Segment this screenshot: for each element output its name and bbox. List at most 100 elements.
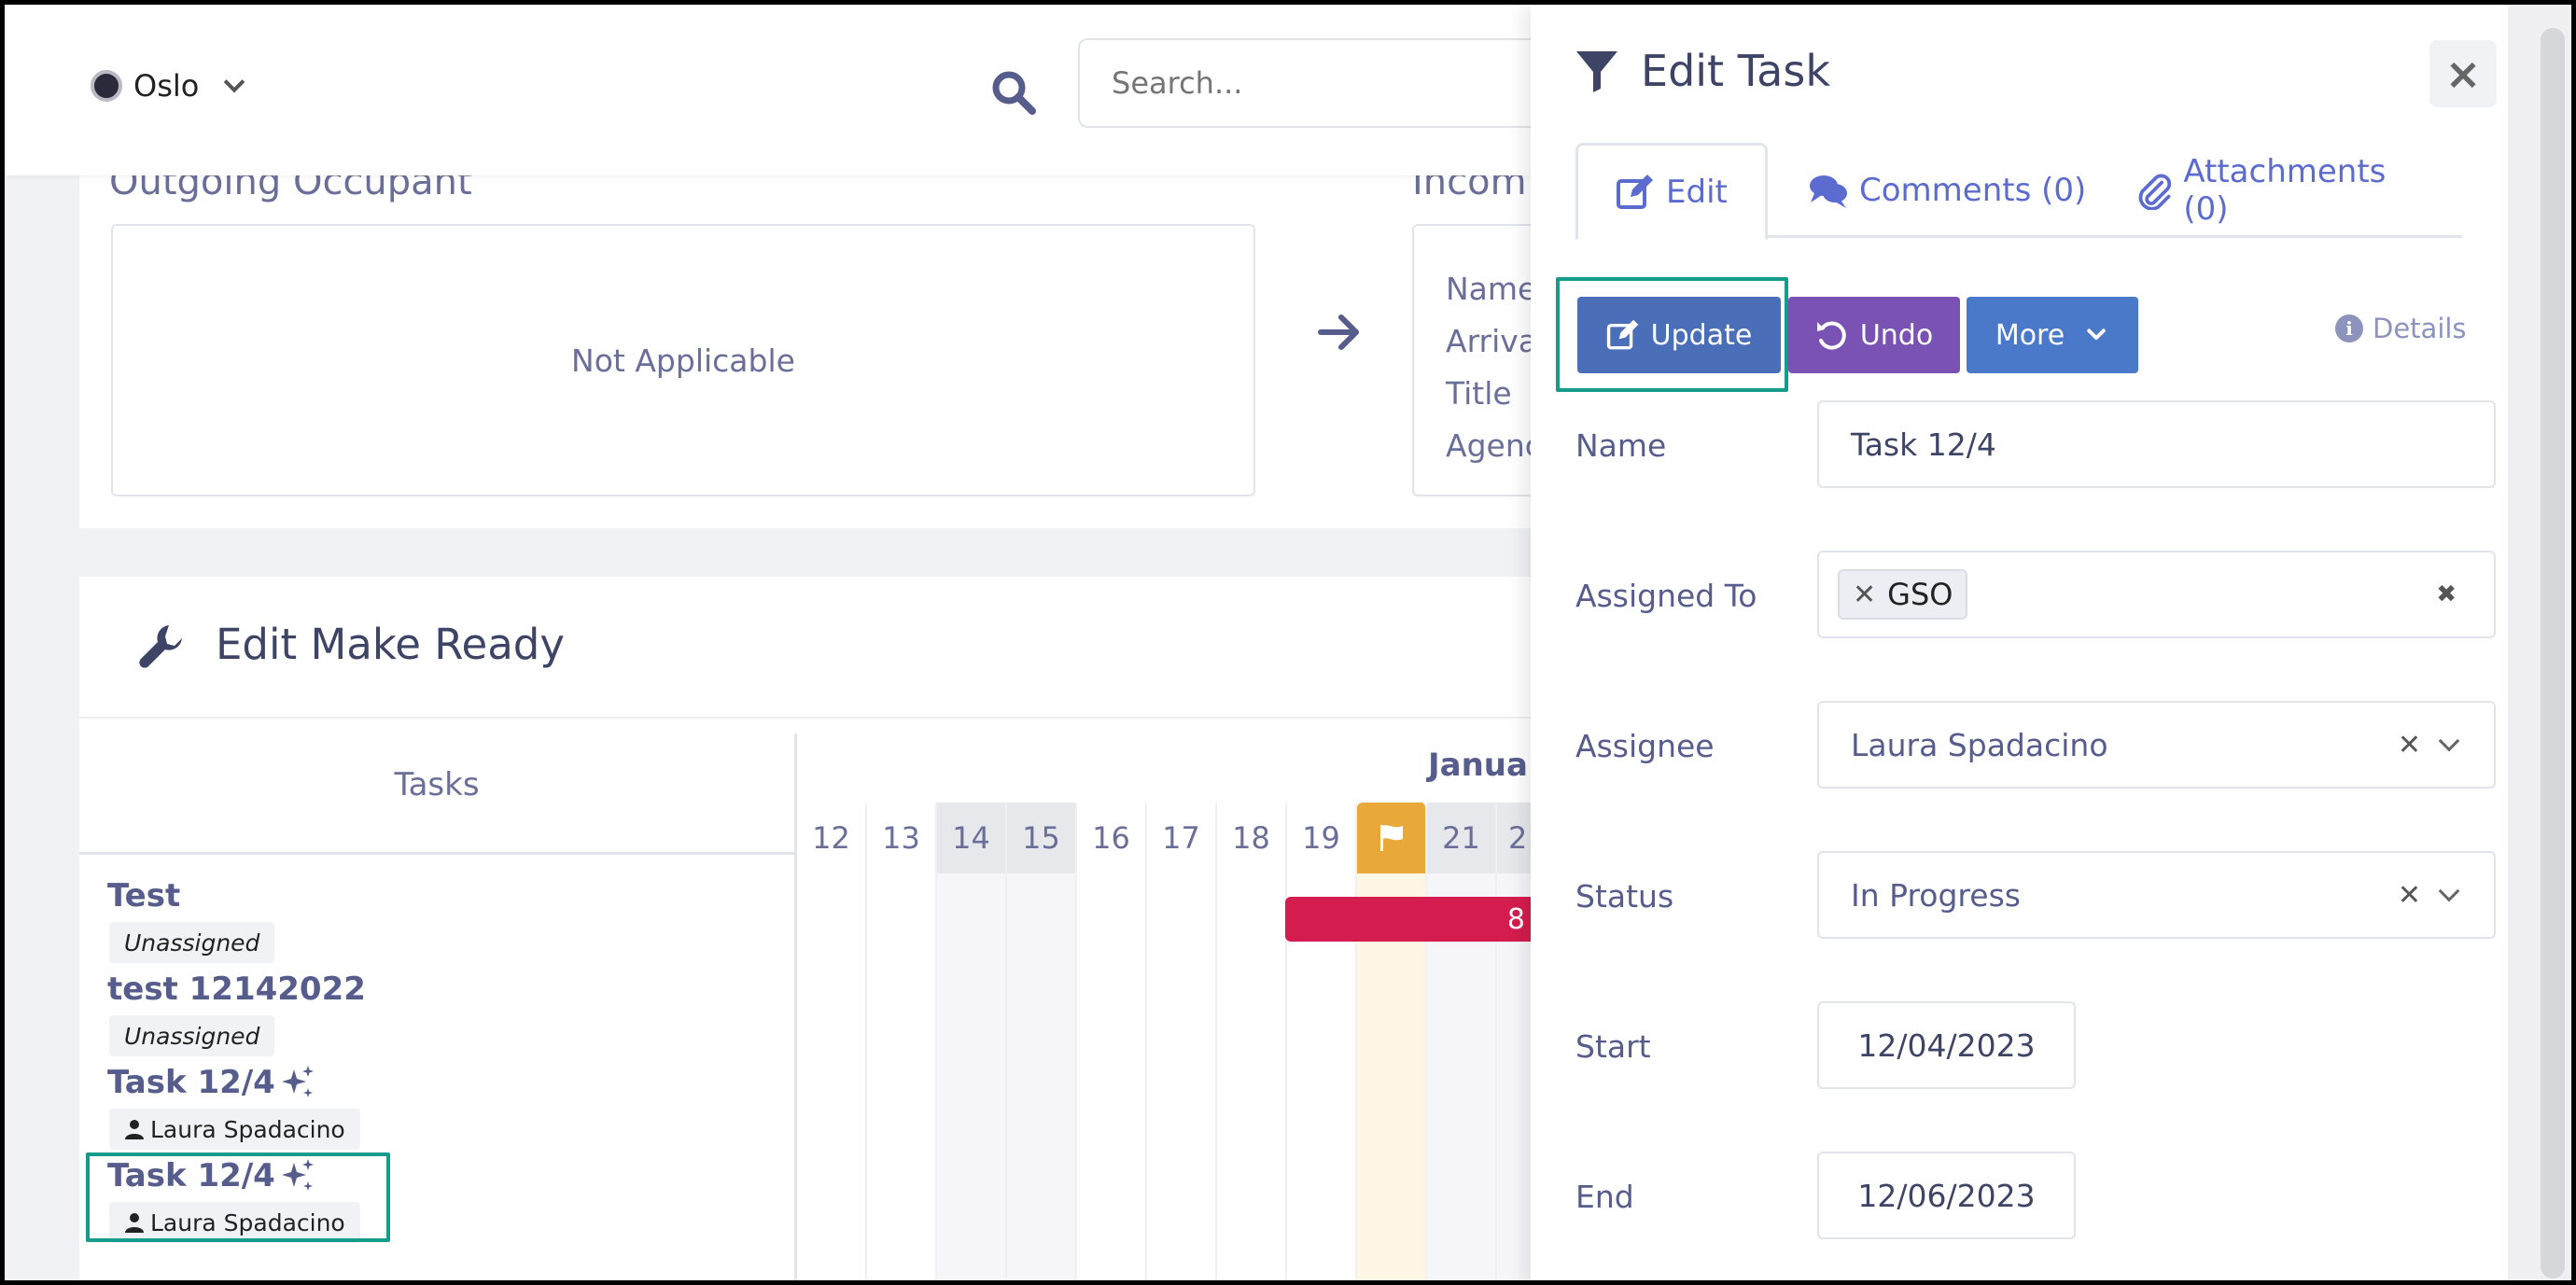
day-header: 16 xyxy=(1077,803,1147,873)
end-date-input[interactable]: 12/06/2023 xyxy=(1817,1152,2076,1239)
tasks-column-header: Tasks xyxy=(79,717,794,855)
location-selector[interactable]: Oslo xyxy=(91,68,245,104)
gantt-bar-label: 8 xyxy=(1506,902,1525,936)
panel-title: Edit Task xyxy=(1641,46,1830,96)
make-ready-title: Edit Make Ready xyxy=(216,620,565,669)
close-icon: × xyxy=(2444,49,2482,99)
close-button[interactable]: × xyxy=(2429,40,2497,107)
chevron-down-icon xyxy=(2087,328,2106,341)
task-name[interactable]: Task 12/4 xyxy=(107,1064,316,1101)
status-value: In Progress xyxy=(1851,876,2021,914)
gantt-column xyxy=(797,873,867,1285)
month-label: Janua xyxy=(1428,747,1528,784)
more-dropdown-button[interactable]: More xyxy=(1967,297,2138,373)
gantt-task-bar[interactable]: 8 xyxy=(1285,897,1531,942)
chevron-down-icon[interactable] xyxy=(2438,880,2460,902)
start-date-input[interactable]: 12/04/2023 xyxy=(1817,1001,2076,1089)
details-link-label: Details xyxy=(2373,313,2467,344)
status-label: Status xyxy=(1575,878,1674,915)
arrow-right-icon xyxy=(1318,314,1359,350)
clear-icon[interactable]: ✕ xyxy=(2398,729,2421,761)
task-assignee-text: Unassigned xyxy=(124,929,260,957)
day-header: 17 xyxy=(1147,803,1217,873)
edit-icon xyxy=(1617,174,1653,209)
assignee-select[interactable]: Laura Spadacino ✕ xyxy=(1817,701,2496,789)
day-header: 15 xyxy=(1007,803,1077,873)
task-assignee-badge: Unassigned xyxy=(109,1015,275,1056)
assigned-to-chip: ✕ GSO xyxy=(1838,569,1968,620)
more-button-label: More xyxy=(1995,318,2065,352)
highlight-task-row xyxy=(86,1152,390,1242)
day-header: 12 xyxy=(797,803,867,873)
task-assignee-badge: Unassigned xyxy=(109,922,275,963)
name-input-value: Task 12/4 xyxy=(1851,426,1996,463)
search-icon[interactable] xyxy=(989,68,1038,117)
task-assignee-badge: Laura Spadacino xyxy=(109,1109,360,1150)
task-assignee-text: Laura Spadacino xyxy=(150,1115,345,1143)
chip-label: GSO xyxy=(1887,577,1953,612)
day-header: 13 xyxy=(867,803,937,873)
assigned-to-select[interactable]: ✕ GSO ✖ xyxy=(1817,551,2496,638)
filter-icon xyxy=(1576,51,1617,92)
task-name-text: test 12142022 xyxy=(107,971,366,1008)
task-name-text: Task 12/4 xyxy=(107,1064,275,1101)
gantt-column xyxy=(1077,873,1147,1285)
flag-icon xyxy=(1379,825,1403,851)
comments-icon xyxy=(1810,175,1847,208)
task-name-text: Test xyxy=(107,877,181,915)
outgoing-occupant-box: Not Applicable xyxy=(111,224,1255,496)
chevron-down-icon[interactable] xyxy=(2438,730,2460,752)
details-link[interactable]: i Details xyxy=(2335,313,2467,344)
clear-all[interactable]: ✖ xyxy=(2436,552,2457,636)
assignee-label: Assignee xyxy=(1575,728,1715,764)
tab-comments-label: Comments (0) xyxy=(1859,172,2087,209)
tab-comments[interactable]: Comments (0) xyxy=(1771,143,2123,238)
sparkle-icon xyxy=(281,1066,314,1097)
start-date-value: 12/04/2023 xyxy=(1857,1027,2036,1064)
undo-button[interactable]: Undo xyxy=(1788,297,1960,373)
day-header: 21 xyxy=(1427,803,1497,873)
user-icon xyxy=(125,1120,144,1139)
assigned-to-label: Assigned To xyxy=(1575,578,1757,614)
highlight-update-button xyxy=(1556,277,1788,392)
day-header: 19 xyxy=(1287,803,1357,873)
undo-icon xyxy=(1816,321,1846,350)
chip-remove-icon[interactable]: ✕ xyxy=(1853,579,1876,611)
gantt-column xyxy=(937,873,1007,1285)
paperclip-icon xyxy=(2138,174,2172,210)
tab-edit[interactable]: Edit xyxy=(1575,143,1768,241)
wrench-icon xyxy=(139,625,182,668)
today-marker xyxy=(1357,803,1427,873)
tasks-header-label: Tasks xyxy=(394,765,480,803)
chevron-down-icon xyxy=(224,71,245,93)
undo-button-label: Undo xyxy=(1859,318,1934,352)
status-select[interactable]: In Progress ✕ xyxy=(1817,851,2496,939)
tab-attachments-label: Attachments (0) xyxy=(2183,153,2387,228)
tab-edit-label: Edit xyxy=(1666,173,1728,211)
gantt-column xyxy=(1217,873,1287,1285)
scrollbar-thumb[interactable] xyxy=(2541,28,2565,1278)
gantt-column xyxy=(867,873,937,1285)
search-input[interactable] xyxy=(1078,38,1563,128)
task-name[interactable]: test 12142022 xyxy=(107,971,366,1008)
end-date-value: 12/06/2023 xyxy=(1857,1177,2036,1214)
tab-attachments[interactable]: Attachments (0) xyxy=(2098,143,2462,238)
location-label: Oslo xyxy=(133,68,200,104)
task-name[interactable]: Test xyxy=(107,877,180,915)
name-input[interactable]: Task 12/4 xyxy=(1817,400,2496,488)
edit-task-panel: Edit Task × Edit Comments (0) Attachment… xyxy=(1531,5,2508,1285)
gantt-column xyxy=(1007,873,1077,1285)
end-label: End xyxy=(1575,1179,1634,1215)
outgoing-occupant-value: Not Applicable xyxy=(571,342,795,379)
panel-tabs: Edit Comments (0) Attachments (0) xyxy=(1575,143,2462,241)
info-icon: i xyxy=(2335,314,2363,342)
day-header: 18 xyxy=(1217,803,1287,873)
name-label: Name xyxy=(1575,427,1667,464)
clear-icon[interactable]: ✕ xyxy=(2398,879,2421,912)
location-dot-icon xyxy=(91,70,122,102)
clear-icon[interactable]: ✖ xyxy=(2436,580,2457,608)
top-header: Oslo xyxy=(5,5,1563,175)
assignee-value: Laura Spadacino xyxy=(1851,726,2108,763)
gantt-column xyxy=(1147,873,1217,1285)
occupant-card: Outgoing Occupant Incom Not Applicable N… xyxy=(79,161,1599,528)
